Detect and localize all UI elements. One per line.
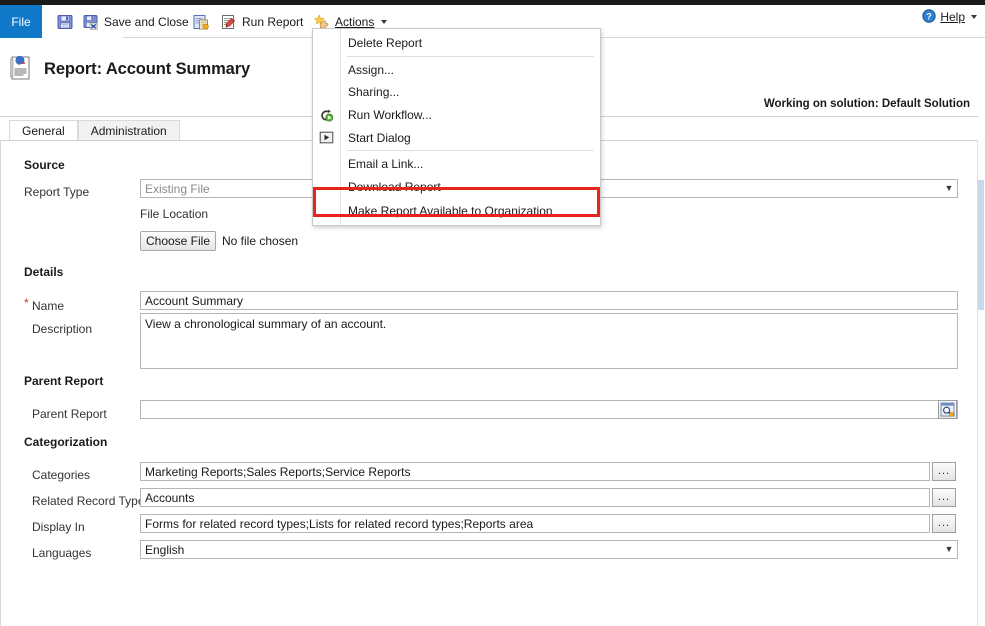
new-report-button[interactable] [190,5,212,38]
report-type-chevron-down-icon[interactable]: ▼ [941,184,957,193]
run-report-label: Run Report [242,15,303,29]
no-file-chosen-text: No file chosen [222,234,298,248]
page-scrollbar-thumb[interactable] [978,180,984,310]
label-name: Name [32,299,64,313]
workflow-icon [313,108,340,123]
menu-item-sharing-label: Sharing... [340,85,399,99]
parent-report-input[interactable] [140,400,958,419]
run-report-button[interactable]: Run Report [218,5,306,38]
section-title-categorization: Categorization [24,435,107,449]
categories-input[interactable] [140,462,930,481]
tab-general-label: General [22,124,65,138]
run-report-icon [221,14,237,30]
label-file-location: File Location [140,207,208,221]
actions-label: Actions [335,15,374,29]
name-required-indicator: * [24,296,29,310]
parent-report-lookup-button[interactable] [938,400,957,419]
label-report-type: Report Type [24,185,89,199]
new-report-icon [193,14,209,30]
file-tab-label: File [11,15,30,29]
menu-item-start-dialog-label: Start Dialog [340,131,411,145]
label-categories: Categories [32,468,90,482]
display-in-picker-button[interactable]: ... [932,514,956,533]
menu-item-run-workflow[interactable]: Run Workflow... [313,104,600,127]
save-icon [57,14,73,30]
actions-dropdown-menu: Delete Report Assign... Sharing... Run W… [312,28,601,226]
file-tab[interactable]: File [0,5,42,38]
tab-general[interactable]: General [9,120,78,141]
related-record-types-ellipsis-label: ... [938,492,950,503]
help-chevron-down-icon [971,15,977,19]
section-title-details: Details [24,265,63,279]
menu-separator-2 [347,150,594,151]
menu-item-delete-report-label: Delete Report [340,36,422,50]
menu-item-make-report-available-to-organization[interactable]: Make Report Available to Organization [313,198,600,223]
label-languages: Languages [32,546,91,560]
menu-item-delete-report[interactable]: Delete Report [313,32,600,55]
label-description: Description [32,322,92,336]
menu-item-assign[interactable]: Assign... [313,59,600,82]
solution-context-label: Working on solution: Default Solution [764,98,970,110]
menu-separator-1 [347,56,594,57]
save-and-close-button[interactable]: Save and Close [80,5,192,38]
menu-item-download-report[interactable]: Download Report [313,176,600,199]
form-header-left: Report: Account Summary [10,56,250,83]
categories-picker-button[interactable]: ... [932,462,956,481]
tab-administration-label: Administration [91,124,167,138]
label-related-record-types: Related Record Types [32,494,151,508]
languages-value: English [141,543,941,557]
save-button[interactable] [54,5,76,38]
display-in-input[interactable] [140,514,930,533]
save-and-close-label: Save and Close [104,15,189,29]
menu-item-run-workflow-label: Run Workflow... [340,108,432,122]
section-title-source: Source [24,158,65,172]
dialog-icon [313,130,340,145]
categories-ellipsis-label: ... [938,466,950,477]
menu-item-start-dialog[interactable]: Start Dialog [313,126,600,149]
menu-item-email-a-link[interactable]: Email a Link... [313,153,600,176]
help-button[interactable]: ? Help [922,6,977,28]
page-title: Report: Account Summary [44,60,250,79]
menu-item-sharing[interactable]: Sharing... [313,81,600,104]
report-form-window: File Save and Close [0,0,985,626]
help-label: Help [940,10,965,24]
choose-file-label: Choose File [146,234,210,248]
related-record-types-input[interactable] [140,488,930,507]
tab-administration[interactable]: Administration [78,120,180,141]
form-tabs: General Administration [9,120,180,141]
menu-item-make-report-available-to-organization-label: Make Report Available to Organization [340,204,553,218]
help-icon: ? [922,9,936,26]
label-display-in: Display In [32,520,85,534]
languages-select[interactable]: English ▼ [140,540,958,559]
report-entity-icon [10,56,32,83]
save-and-close-icon [83,14,99,30]
menu-item-download-report-label: Download Report [340,180,441,194]
label-parent-report: Parent Report [32,407,107,421]
choose-file-button[interactable]: Choose File [140,231,216,251]
section-title-parent-report: Parent Report [24,374,103,388]
related-record-types-picker-button[interactable]: ... [932,488,956,507]
page-scrollbar[interactable] [977,140,985,626]
menu-item-assign-label: Assign... [340,63,394,77]
languages-chevron-down-icon[interactable]: ▼ [941,545,957,554]
description-textarea[interactable] [140,313,958,369]
menu-item-email-a-link-label: Email a Link... [340,157,423,171]
chevron-down-icon [381,20,387,24]
name-input[interactable] [140,291,958,310]
lookup-search-icon [940,402,955,417]
svg-text:?: ? [927,11,933,21]
display-in-ellipsis-label: ... [938,518,950,529]
